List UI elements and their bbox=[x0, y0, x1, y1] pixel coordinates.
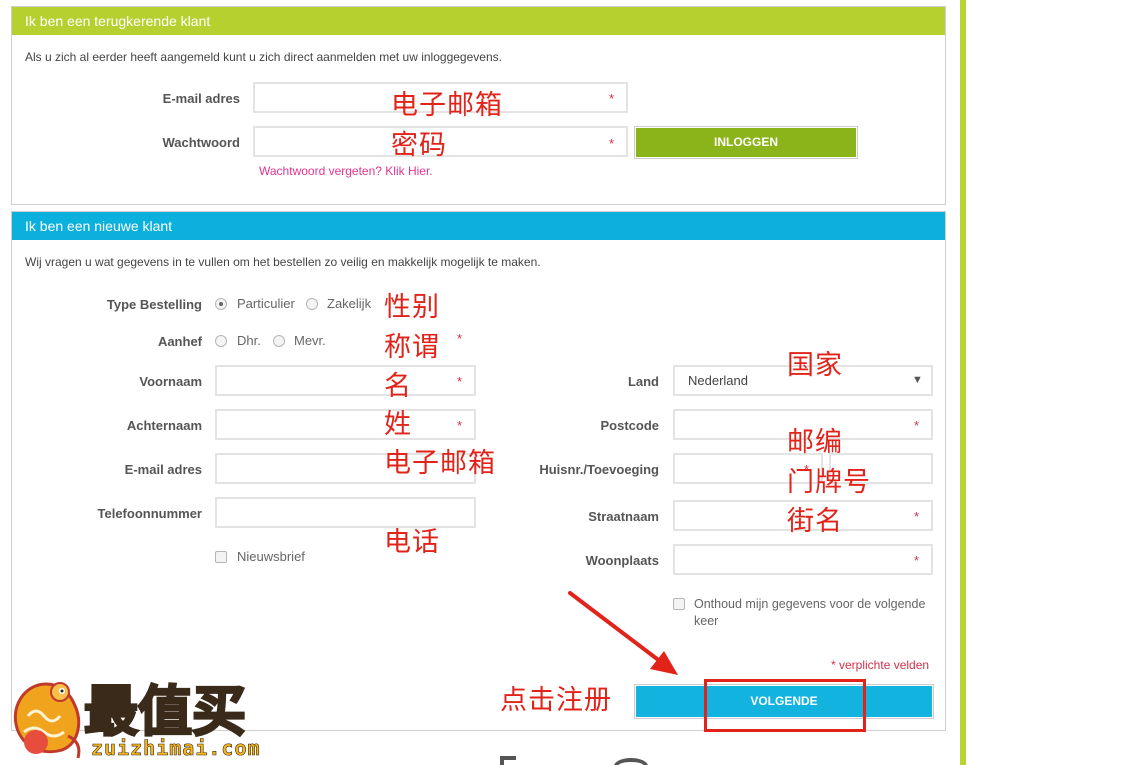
annotation-country: 国家 bbox=[787, 350, 843, 381]
annotation-email: 电子邮箱 bbox=[391, 90, 503, 121]
order-type-label: Type Bestelling bbox=[106, 297, 202, 312]
country-selected-value: Nederland bbox=[688, 373, 748, 388]
new-customer-intro-text: Wij vragen u wat gegevens in te vullen o… bbox=[25, 255, 541, 269]
annotation-housenr: 门牌号 bbox=[787, 467, 871, 498]
city-field[interactable] bbox=[673, 544, 933, 575]
order-type-option-particulier: Particulier bbox=[237, 296, 295, 311]
login-button[interactable]: INLOGGEN bbox=[634, 126, 858, 159]
required-mark: * bbox=[914, 418, 920, 433]
newsletter-label: Nieuwsbrief bbox=[237, 549, 305, 564]
brand-domain-text: zuizhimai.com bbox=[91, 736, 261, 761]
phone-label: Telefoonnummer bbox=[97, 506, 203, 521]
highlight-box bbox=[704, 679, 866, 732]
annotation-lastname: 姓 bbox=[384, 409, 412, 440]
order-type-option-zakelijk: Zakelijk bbox=[327, 296, 372, 311]
housenr-label: Huisnr./Toevoeging bbox=[539, 462, 659, 477]
country-label: Land bbox=[627, 374, 659, 389]
postcode-label: Postcode bbox=[600, 418, 659, 433]
required-mark: * bbox=[457, 374, 463, 389]
required-mark: * bbox=[457, 418, 463, 433]
annotation-street: 街名 bbox=[787, 506, 843, 537]
required-mark: * bbox=[609, 136, 615, 151]
returning-customer-header: Ik ben een terugkerende klant bbox=[12, 7, 945, 35]
annotation-salutation: 称谓 bbox=[384, 332, 440, 363]
lastname-field[interactable] bbox=[215, 409, 476, 440]
city-label: Woonplaats bbox=[585, 553, 659, 568]
salutation-option-mevr: Mevr. bbox=[294, 333, 326, 348]
brand-logo-text: 最值买 bbox=[84, 680, 246, 740]
annotation-gender: 性别 bbox=[384, 292, 440, 323]
firstname-label: Voornaam bbox=[139, 374, 202, 389]
email-label: E-mail adres bbox=[124, 462, 202, 477]
required-mark: * bbox=[457, 331, 463, 346]
order-type-radio-particulier[interactable] bbox=[215, 298, 227, 310]
order-type-radio-zakelijk[interactable] bbox=[306, 298, 318, 310]
annotation-email2: 电子邮箱 bbox=[384, 448, 496, 479]
login-password-label: Wachtwoord bbox=[162, 135, 240, 150]
page-side-bar bbox=[960, 0, 966, 765]
newsletter-checkbox[interactable] bbox=[215, 551, 227, 563]
red-arrow-icon bbox=[568, 591, 678, 675]
new-customer-header: Ik ben een nieuwe klant bbox=[12, 212, 945, 240]
brand-logo: 最值买 bbox=[83, 679, 248, 740]
annotation-password: 密码 bbox=[391, 130, 447, 161]
firstname-field[interactable] bbox=[215, 365, 476, 396]
remember-label: Onthoud mijn gegevens voor de volgende k… bbox=[694, 597, 926, 628]
annotation-postcode: 邮编 bbox=[787, 427, 843, 458]
cropped-glyph bbox=[500, 756, 516, 765]
lastname-label: Achternaam bbox=[126, 418, 202, 433]
annotation-phone: 电话 bbox=[384, 527, 440, 558]
salutation-radio-dhr[interactable] bbox=[215, 335, 227, 347]
required-mark: * bbox=[914, 553, 920, 568]
cropped-glyph bbox=[614, 758, 648, 765]
salutation-option-dhr: Dhr. bbox=[237, 333, 261, 348]
required-mark: * bbox=[609, 91, 615, 106]
salutation-label: Aanhef bbox=[157, 334, 202, 349]
login-email-label: E-mail adres bbox=[162, 91, 240, 106]
returning-intro-text: Als u zich al eerder heeft aangemeld kun… bbox=[25, 50, 502, 64]
mascot-logo-icon bbox=[13, 682, 81, 759]
annotation-register: 点击注册 bbox=[500, 685, 612, 716]
chevron-down-icon: ▼ bbox=[912, 374, 923, 386]
required-mark: * bbox=[914, 509, 920, 524]
required-fields-note: * verplichte velden bbox=[831, 658, 930, 672]
forgot-password-link[interactable]: Wachtwoord vergeten? Klik Hier. bbox=[259, 164, 433, 178]
street-label: Straatnaam bbox=[588, 509, 659, 524]
salutation-radio-mevr[interactable] bbox=[273, 335, 285, 347]
annotation-firstname: 名 bbox=[384, 371, 412, 402]
